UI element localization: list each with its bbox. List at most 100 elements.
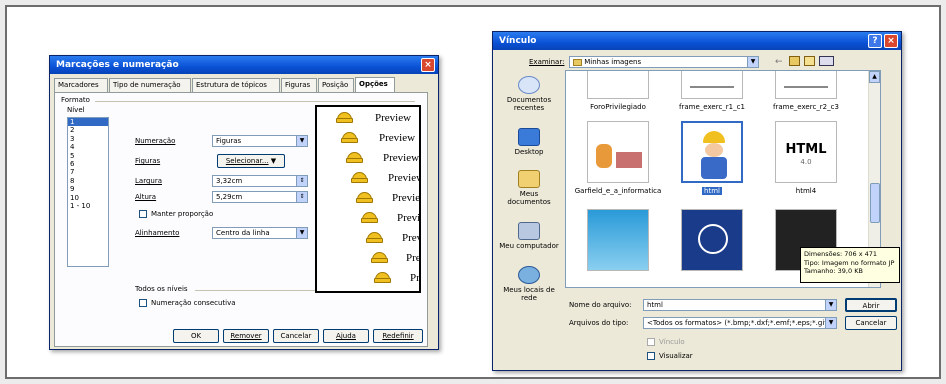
tab-strip: Marcadores Tipo de numeração Estrutura d… (54, 77, 434, 93)
place-label: Documentos recentes (506, 96, 552, 112)
preview-row: Preview (317, 229, 419, 249)
level-item[interactable]: 6 (68, 160, 108, 168)
close-icon[interactable]: × (421, 58, 435, 72)
chevron-down-icon[interactable]: ▼ (296, 228, 307, 238)
title-bar: Marcações e numeração × (50, 56, 438, 74)
look-in-value: Minhas imagens (584, 58, 642, 66)
file-item-selected[interactable]: html (666, 121, 758, 197)
ok-button[interactable]: OK (173, 329, 219, 343)
tab-marcadores[interactable]: Marcadores (54, 78, 108, 92)
close-icon[interactable]: × (884, 34, 898, 48)
helmet-bullet-icon (351, 172, 368, 183)
chevron-down-icon[interactable]: ▼ (825, 318, 836, 328)
level-item[interactable]: 1 - 10 (68, 202, 108, 210)
preview-text: Preview (388, 172, 421, 184)
level-list[interactable]: 1 2 3 4 5 6 7 8 9 10 1 - 10 (67, 117, 109, 267)
level-item[interactable]: 5 (68, 152, 108, 160)
up-folder-icon[interactable] (789, 56, 800, 66)
spin-icon[interactable]: ⇕ (296, 192, 307, 202)
format-section-label: Formato (61, 96, 90, 104)
place-network[interactable]: Meus locais de rede (498, 266, 560, 302)
preview-text: Preview (406, 252, 421, 264)
numbering-select[interactable]: Figuras ▼ (212, 135, 308, 147)
helmet-bullet-icon (374, 272, 391, 283)
recent-documents-icon (518, 76, 540, 94)
file-thumbnail (681, 209, 743, 271)
remove-button[interactable]: Remover (223, 329, 269, 343)
dialog-title: Vínculo (499, 36, 537, 46)
help-button[interactable]: Ajuda (323, 329, 369, 343)
keep-ratio-checkbox[interactable] (139, 210, 147, 218)
filename-value: html (647, 301, 663, 309)
level-item[interactable]: 10 (68, 194, 108, 202)
file-thumbnail (681, 121, 743, 183)
cancel-button[interactable]: Cancelar (273, 329, 319, 343)
chevron-down-icon[interactable]: ▼ (296, 136, 307, 146)
link-checkbox (647, 338, 655, 346)
tab-tipo-numeracao[interactable]: Tipo de numeração (109, 78, 191, 92)
chevron-down-icon[interactable]: ▼ (747, 57, 758, 67)
consecutive-numbering-checkbox[interactable] (139, 299, 147, 307)
spin-icon[interactable]: ⇕ (296, 176, 307, 186)
tooltip-type: Tipo: Imagem no formato JP (804, 258, 895, 267)
tooltip-dimensions: Dimensões: 706 x 471 (804, 250, 878, 258)
file-name: html4 (795, 187, 817, 195)
file-item[interactable] (572, 209, 664, 271)
level-item[interactable]: 7 (68, 168, 108, 176)
all-levels-separator (195, 290, 315, 291)
file-item[interactable]: frame_exerc_r1_c1 (666, 71, 758, 111)
chevron-down-icon[interactable]: ▼ (825, 300, 836, 310)
tab-opcoes[interactable]: Opções (355, 77, 395, 93)
helmet-bullet-icon (346, 152, 363, 163)
scroll-up-icon[interactable]: ▲ (869, 71, 880, 83)
help-icon[interactable]: ? (868, 34, 882, 48)
level-label: Nível (67, 106, 85, 114)
scroll-thumb[interactable] (870, 183, 880, 223)
open-button[interactable]: Abrir (845, 298, 897, 312)
level-item[interactable]: 2 (68, 126, 108, 134)
level-item[interactable]: 8 (68, 177, 108, 185)
preview-row: Preview (317, 149, 419, 169)
level-item[interactable]: 4 (68, 143, 108, 151)
preview-checkbox[interactable] (647, 352, 655, 360)
file-thumbnail (587, 71, 649, 99)
filetype-select[interactable]: <Todos os formatos> (*.bmp;*.dxf;*.emf;*… (643, 317, 837, 329)
file-item[interactable] (666, 209, 758, 271)
file-item[interactable]: ForoPrivilegiado (572, 71, 664, 111)
height-spinner[interactable]: 5,29cm ⇕ (212, 191, 308, 203)
helmet-bullet-icon (371, 252, 388, 263)
select-figure-button[interactable]: Selecionar... ▼ (217, 154, 285, 168)
image-info-tooltip: Dimensões: 706 x 471 Tipo: Imagem no for… (800, 247, 900, 283)
views-menu-icon[interactable] (819, 56, 834, 66)
look-in-select[interactable]: Minhas imagens ▼ (569, 56, 759, 68)
preview-checkbox-label: Visualizar (659, 352, 693, 360)
tab-estrutura-topicos[interactable]: Estrutura de tópicos (192, 78, 280, 92)
figures-label: Figuras (135, 157, 161, 165)
alignment-select[interactable]: Centro da linha ▼ (212, 227, 308, 239)
tab-figuras[interactable]: Figuras (281, 78, 317, 92)
file-name: ForoPrivilegiado (590, 103, 646, 111)
new-folder-icon[interactable] (804, 56, 815, 66)
file-thumbnail (775, 71, 837, 99)
cancel-button[interactable]: Cancelar (845, 316, 897, 330)
network-places-icon (518, 266, 540, 284)
file-item[interactable]: HTML 4.0 html4 (760, 121, 852, 195)
helmet-bullet-icon (341, 132, 358, 143)
back-icon[interactable]: ← (775, 57, 783, 67)
tab-posicao[interactable]: Posição (318, 78, 354, 92)
title-bar: Vínculo ? × (493, 32, 901, 50)
file-item[interactable]: frame_exerc_r2_c3 (760, 71, 852, 111)
place-recent-documents[interactable]: Documentos recentes (498, 76, 560, 112)
screenshot-frame: Marcações e numeração × Marcadores Tipo … (5, 5, 941, 379)
reset-button[interactable]: Redefinir (373, 329, 423, 343)
place-desktop[interactable]: Desktop (498, 128, 560, 156)
place-my-documents[interactable]: Meus documentos (498, 170, 560, 206)
place-my-computer[interactable]: Meu computador (498, 222, 560, 250)
width-spinner[interactable]: 3,32cm ⇕ (212, 175, 308, 187)
level-item[interactable]: 9 (68, 185, 108, 193)
filename-input[interactable]: html ▼ (643, 299, 837, 311)
file-item[interactable]: Garfield_e_a_informatica (572, 121, 664, 195)
level-item[interactable]: 3 (68, 135, 108, 143)
alignment-value: Centro da linha (216, 229, 270, 237)
level-item[interactable]: 1 (68, 118, 108, 127)
